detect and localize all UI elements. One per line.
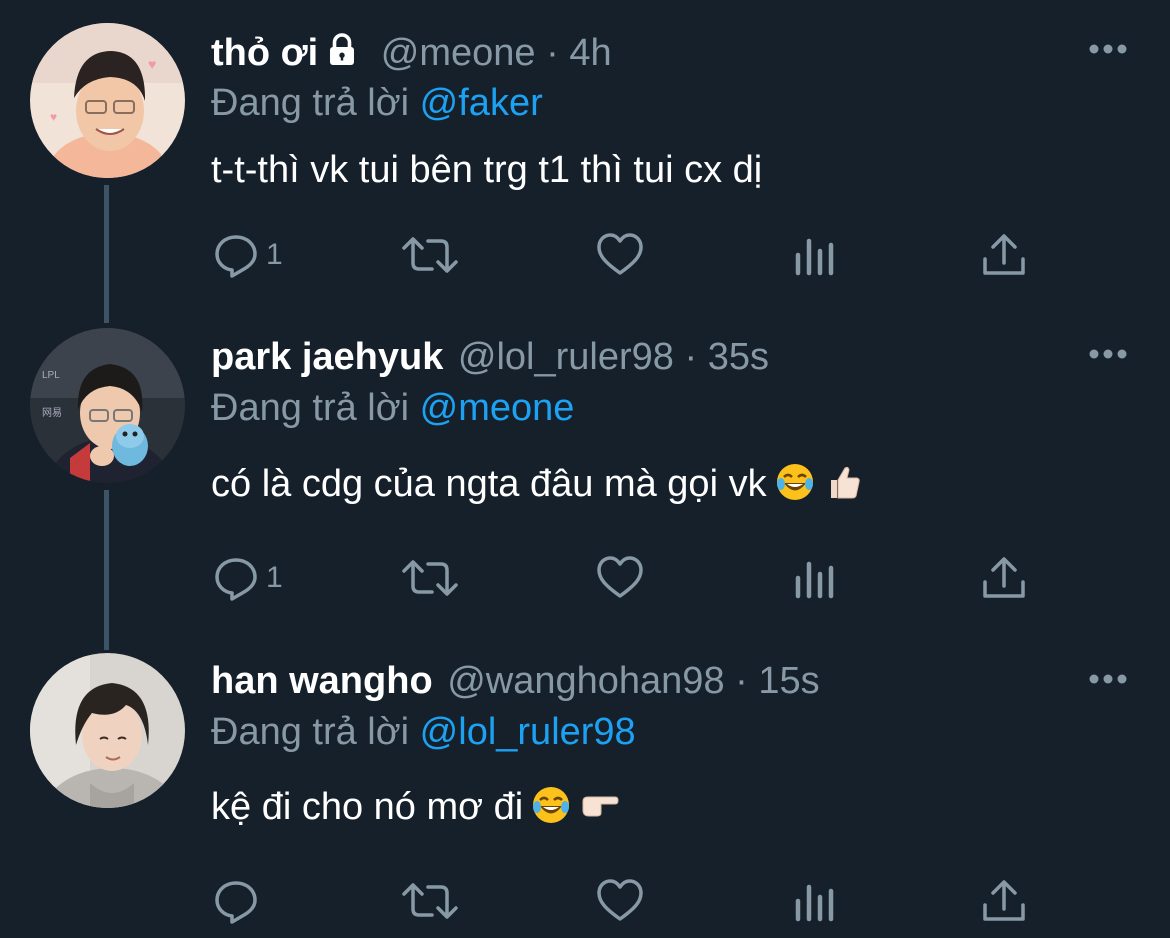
timestamp[interactable]: 15s <box>758 660 819 702</box>
tweet-text-content: kệ đi cho nó mơ đi <box>211 786 524 828</box>
display-name[interactable]: han wangho <box>211 660 433 702</box>
like-button[interactable] <box>596 553 644 603</box>
like-icon <box>597 233 643 275</box>
tweet-actions: 1 <box>212 553 1052 603</box>
reply-mention-link[interactable]: @lol_ruler98 <box>420 711 636 753</box>
reply-mention-link[interactable]: @faker <box>420 82 543 124</box>
share-icon <box>983 880 1025 921</box>
lock-icon <box>330 33 355 65</box>
tweet-header: han wangho @wanghohan98 · 15s <box>211 659 820 703</box>
tweet-text: t-t-thì vk tui bên trg t1 thì tui cx dị <box>211 148 762 192</box>
avatar[interactable] <box>30 653 185 808</box>
user-handle[interactable]: @wanghohan98 <box>447 660 724 702</box>
tweet-actions: 1 <box>212 230 1052 280</box>
laughing-tears-emoji <box>776 464 813 500</box>
reply-count: 1 <box>266 238 283 271</box>
laughing-tears-emoji <box>533 787 570 823</box>
tweet-header: park jaehyuk @lol_ruler98 · 35s <box>211 335 769 379</box>
retweet-icon <box>402 883 458 919</box>
svg-text:♥: ♥ <box>50 110 57 124</box>
share-button[interactable] <box>980 553 1028 603</box>
analytics-button[interactable] <box>790 876 838 926</box>
retweet-button[interactable] <box>400 230 460 280</box>
more-options-icon[interactable] <box>1088 672 1128 686</box>
pointing-right-emoji <box>582 796 619 817</box>
share-icon <box>983 234 1025 275</box>
like-button[interactable] <box>596 876 644 926</box>
analytics-button[interactable] <box>790 230 838 280</box>
reply-prefix: Đang trả lời <box>211 82 410 124</box>
more-options-icon[interactable] <box>1088 42 1128 56</box>
reply-button[interactable]: 1 <box>212 230 283 280</box>
replying-to: Đang trả lời @faker <box>211 81 543 125</box>
like-button[interactable] <box>596 230 644 280</box>
svg-text:LPL: LPL <box>42 370 60 381</box>
tweet-text-content: t-t-thì vk tui bên trg t1 thì tui cx dị <box>211 149 763 191</box>
replying-to: Đang trả lời @meone <box>211 386 574 430</box>
retweet-button[interactable] <box>400 553 460 603</box>
tweet-header: thỏ ơi @meone · 4h <box>211 31 612 75</box>
tweet-text: kệ đi cho nó mơ đi <box>211 785 619 829</box>
reply-count: 1 <box>266 561 283 594</box>
retweet-button[interactable] <box>400 876 460 926</box>
avatar[interactable]: LPL 网易 <box>30 328 185 483</box>
share-button[interactable] <box>980 876 1028 926</box>
retweet-icon <box>402 237 458 273</box>
tweet-actions <box>212 876 1052 926</box>
analytics-icon <box>795 238 834 276</box>
display-name[interactable]: park jaehyuk <box>211 336 443 378</box>
share-button[interactable] <box>980 230 1028 280</box>
reply-icon <box>215 235 257 278</box>
reply-mention-link[interactable]: @meone <box>420 387 575 429</box>
analytics-icon <box>795 884 834 922</box>
thread-line <box>104 490 109 650</box>
svg-text:♥: ♥ <box>148 56 156 72</box>
tweet-text-content: có là cdg của ngta đâu mà gọi vk <box>211 463 767 505</box>
thread-line <box>104 185 109 323</box>
user-handle[interactable]: @meone <box>381 32 536 74</box>
reply-button[interactable]: 1 <box>212 553 283 603</box>
reply-icon <box>215 881 257 924</box>
avatar[interactable]: ♥ ♥ <box>30 23 185 178</box>
thumbs-up-emoji <box>830 466 860 499</box>
separator-dot: · <box>546 32 559 74</box>
replying-to: Đang trả lời @lol_ruler98 <box>211 710 636 754</box>
timestamp[interactable]: 4h <box>569 32 611 74</box>
reply-prefix: Đang trả lời <box>211 711 410 753</box>
display-name[interactable]: thỏ ơi <box>211 32 318 74</box>
svg-text:网易: 网易 <box>42 407 62 419</box>
separator-dot: · <box>684 336 698 378</box>
reply-prefix: Đang trả lời <box>211 387 410 429</box>
reply-button[interactable] <box>212 876 266 926</box>
reply-icon <box>215 558 257 601</box>
tweet-text: có là cdg của ngta đâu mà gọi vk <box>211 462 863 506</box>
share-icon <box>983 557 1025 598</box>
more-options-icon[interactable] <box>1088 347 1128 361</box>
like-icon <box>597 879 643 921</box>
retweet-icon <box>402 560 458 596</box>
user-handle[interactable]: @lol_ruler98 <box>458 336 674 378</box>
timestamp[interactable]: 35s <box>708 336 769 378</box>
like-icon <box>597 556 643 598</box>
analytics-icon <box>795 561 834 599</box>
analytics-button[interactable] <box>790 553 838 603</box>
separator-dot: · <box>735 660 748 702</box>
